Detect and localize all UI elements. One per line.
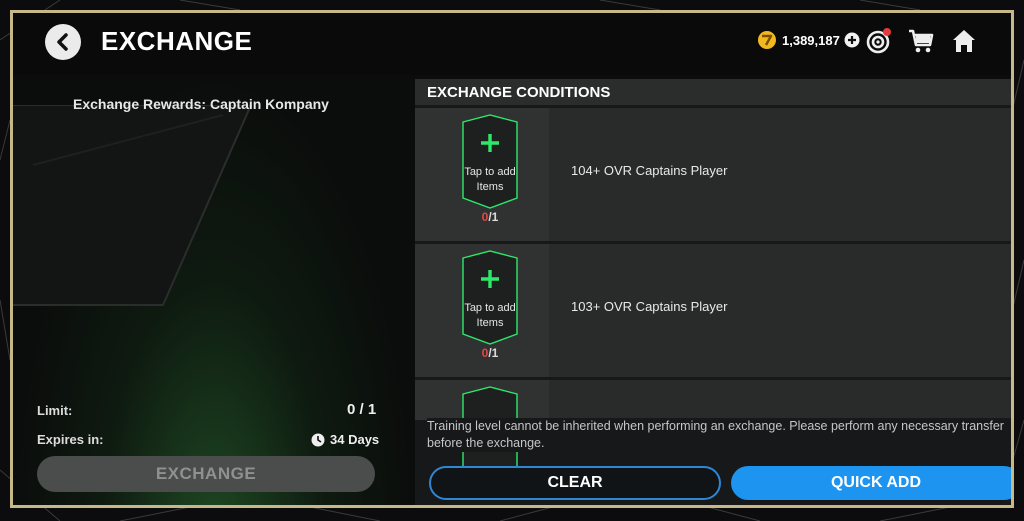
limit-label: Limit:	[37, 403, 73, 418]
condition-row-partial	[415, 380, 1011, 481]
clock-icon	[311, 433, 325, 446]
conditions-panel: EXCHANGE CONDITIONS Tap to add Items 0/1…	[415, 79, 1011, 505]
coin-icon	[758, 31, 776, 49]
back-button[interactable]	[45, 24, 81, 60]
clear-button[interactable]: CLEAR	[429, 466, 721, 500]
exchange-notice: Training level cannot be inherited when …	[427, 418, 1011, 452]
back-arrow-icon	[57, 33, 68, 51]
exchange-rewards-label: Exchange Rewards:	[73, 96, 207, 112]
limit-value: 0 / 1	[347, 401, 377, 418]
coin-count: 1,389,187	[782, 32, 840, 48]
exchange-rewards-line: Exchange Rewards: Captain Kompany	[73, 96, 329, 112]
condition-requirement: 104+ OVR Captains Player	[571, 163, 728, 178]
slot-need: /1	[488, 210, 499, 224]
reward-name: Captain Kompany	[209, 96, 329, 112]
plus-circle-icon[interactable]	[844, 32, 860, 48]
add-item-slot[interactable]	[457, 114, 523, 210]
condition-row: Tap to add Items 0/1 103+ OVR Captains P…	[415, 244, 1011, 377]
expires-days: 34 Days	[330, 432, 380, 447]
slot-need: /1	[488, 346, 499, 360]
home-icon[interactable]	[950, 27, 978, 55]
game-frame: EXCHANGE 1,389,187 Exchange Rewards: Cap…	[10, 10, 1014, 508]
slot-count: 0/1	[457, 346, 523, 360]
slot-text: Tap to add Items	[464, 166, 516, 193]
condition-requirement: 103+ OVR Captains Player	[571, 299, 728, 314]
reward-card-silhouette	[13, 105, 253, 306]
page-title: EXCHANGE	[101, 26, 253, 56]
condition-row: Tap to add Items 0/1 104+ OVR Captains P…	[415, 108, 1011, 241]
conditions-header: EXCHANGE CONDITIONS	[415, 79, 1011, 105]
top-bar: EXCHANGE 1,389,187	[13, 13, 1011, 75]
expires-label: Expires in:	[37, 432, 104, 447]
exchange-button[interactable]: EXCHANGE	[37, 456, 375, 492]
slot-text: Tap to add Items	[464, 302, 516, 329]
reward-panel: Exchange Rewards: Captain Kompany Limit:…	[13, 75, 415, 505]
quick-add-button[interactable]: QUICK ADD	[731, 466, 1011, 500]
target-icon[interactable]	[865, 27, 893, 55]
expires-value: 34 Days	[311, 432, 379, 447]
add-item-slot[interactable]	[457, 250, 523, 346]
slot-count: 0/1	[457, 210, 523, 224]
cart-icon[interactable]	[907, 27, 935, 55]
coin-balance: 1,389,187	[757, 30, 860, 50]
